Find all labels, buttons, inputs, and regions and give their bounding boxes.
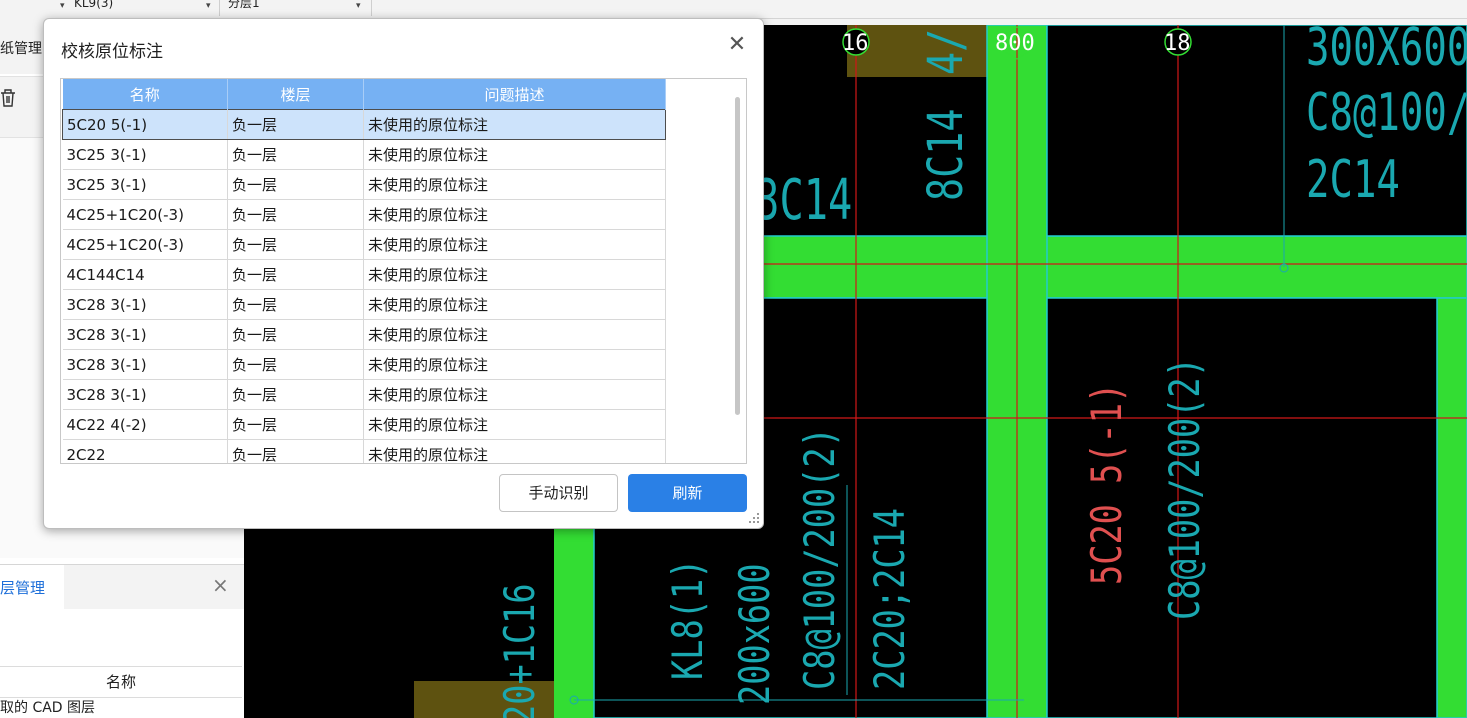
cell-issue: 未使用的原位标注 — [363, 259, 666, 290]
annotation-grid: 名称 楼层 问题描述 5C20 5(-1) 负一层 未使用的原位标注 3C25 3(-… — [60, 78, 747, 464]
cell-name: 2C22 — [62, 439, 228, 463]
layer-panel-header: 层管理 × — [0, 564, 244, 610]
annotation-text: C8@100/200(2) — [1160, 357, 1209, 620]
cell-floor: 负一层 — [227, 379, 364, 410]
cell-issue: 未使用的原位标注 — [363, 169, 666, 200]
cell-name: 3C28 3(-1) — [62, 379, 228, 410]
annotation-text: KL8(1) — [663, 559, 712, 680]
table-row[interactable]: 3C28 3(-1) 负一层 未使用的原位标注 — [62, 349, 666, 380]
cell-floor: 负一层 — [227, 139, 364, 170]
table-header-row: 名称 楼层 问题描述 — [62, 79, 666, 110]
trash-icon[interactable] — [0, 88, 18, 108]
chevron-down-icon: ▾ — [60, 1, 65, 11]
cell-issue: 未使用的原位标注 — [363, 409, 666, 440]
close-icon[interactable]: × — [212, 573, 229, 597]
annotation-text: 200x600 — [730, 563, 779, 705]
cell-issue: 未使用的原位标注 — [363, 229, 666, 260]
cell-floor: 负一层 — [227, 229, 364, 260]
close-icon[interactable]: ✕ — [724, 32, 750, 58]
table-row[interactable]: 3C28 3(-1) 负一层 未使用的原位标注 — [62, 289, 666, 320]
cell-issue: 未使用的原位标注 — [363, 289, 666, 320]
axis-label: 18 — [1164, 31, 1191, 56]
cell-issue: 未使用的原位标注 — [363, 319, 666, 350]
cell-issue: 未使用的原位标注 — [363, 109, 666, 140]
cell-name: 3C28 3(-1) — [62, 349, 228, 380]
table-row[interactable]: 3C28 3(-1) 负一层 未使用的原位标注 — [62, 379, 666, 410]
table-row[interactable]: 3C25 3(-1) 负一层 未使用的原位标注 — [62, 139, 666, 170]
manual-recognize-button[interactable]: 手动识别 — [499, 474, 618, 512]
annotation-text: 2C20;2C14 — [865, 508, 914, 690]
cell-name: 3C25 3(-1) — [62, 169, 228, 200]
layer-grid: 名称 取的 CAD 图层 — [0, 666, 244, 718]
annotation-text: C8@100/200(2) — [795, 427, 844, 690]
cell-issue: 未使用的原位标注 — [363, 379, 666, 410]
cell-name: 4C22 4(-2) — [62, 409, 228, 440]
tab-layer-manager-label: 层管理 — [0, 579, 46, 597]
vertical-scrollbar[interactable] — [735, 97, 740, 415]
resize-grip-icon[interactable] — [748, 512, 760, 524]
table-row[interactable]: 3C28 3(-1) 负一层 未使用的原位标注 — [62, 319, 666, 350]
refresh-button[interactable]: 刷新 — [628, 474, 747, 512]
cell-issue: 未使用的原位标注 — [363, 199, 666, 230]
cell-name: 4C25+1C20(-3) — [62, 199, 228, 230]
table-row[interactable]: 4C144C14 负一层 未使用的原位标注 — [62, 259, 666, 290]
table-row[interactable]: 5C20 5(-1) 负一层 未使用的原位标注 — [62, 109, 666, 140]
annotation-text: C8@100/ — [1306, 81, 1467, 142]
cell-floor: 负一层 — [227, 319, 364, 350]
table-body: 5C20 5(-1) 负一层 未使用的原位标注 3C25 3(-1) 负一层 未使用的原位… — [62, 109, 666, 463]
cell-floor: 负一层 — [227, 169, 364, 200]
table-row[interactable]: 4C22 4(-2) 负一层 未使用的原位标注 — [62, 409, 666, 440]
cell-name: 3C28 3(-1) — [62, 289, 228, 320]
layer-combo[interactable]: ▾ 分层1 ▾ — [206, 0, 366, 16]
dialog-title: 校核原位标注 — [61, 42, 163, 62]
layer-combo-value: 分层1 — [228, 0, 260, 10]
column-header-floor[interactable]: 楼层 — [227, 79, 364, 110]
toolbar-separator — [371, 0, 372, 16]
annotation-text-red: 5C20 5(-1) — [1082, 383, 1131, 585]
tab-drawing-manager[interactable]: 纸管理 — [0, 38, 42, 58]
axis-label: 800 — [995, 31, 1035, 56]
annotation-text: 3C14 — [755, 167, 852, 232]
annotation-text: 2C14 — [1306, 148, 1400, 209]
table-row[interactable]: 2C22 负一层 未使用的原位标注 — [62, 439, 666, 463]
chevron-down-icon: ▾ — [206, 1, 211, 11]
cell-name: 4C144C14 — [62, 259, 228, 290]
column-header-name[interactable]: 名称 — [62, 79, 228, 110]
cell-floor: 负一层 — [227, 439, 364, 463]
axis-label: 16 — [842, 31, 869, 56]
cell-floor: 负一层 — [227, 349, 364, 380]
cell-floor: 负一层 — [227, 259, 364, 290]
cell-floor: 负一层 — [227, 199, 364, 230]
cell-name: 4C25+1C20(-3) — [62, 229, 228, 260]
table-row[interactable]: 3C25 3(-1) 负一层 未使用的原位标注 — [62, 169, 666, 200]
cell-floor: 负一层 — [227, 409, 364, 440]
component-combo-value: KL9(3) — [74, 0, 114, 10]
cell-issue: 未使用的原位标注 — [363, 439, 666, 463]
tab-layer-manager[interactable]: 层管理 — [0, 565, 64, 610]
cell-name: 5C20 5(-1) — [62, 109, 228, 140]
cell-issue: 未使用的原位标注 — [363, 139, 666, 170]
cell-name: 3C28 3(-1) — [62, 319, 228, 350]
annotation-text: 20+1C16 — [495, 583, 544, 718]
cell-floor: 负一层 — [227, 109, 364, 140]
annotation-table: 名称 楼层 问题描述 5C20 5(-1) 负一层 未使用的原位标注 3C25 3(-… — [62, 79, 666, 463]
beam-vertical — [1436, 297, 1467, 718]
annotation-text: 8C14 — [919, 109, 974, 201]
cell-floor: 负一层 — [227, 289, 364, 320]
layer-grid-header: 名称 — [0, 666, 242, 698]
table-row[interactable]: 4C25+1C20(-3) 负一层 未使用的原位标注 — [62, 229, 666, 260]
chevron-down-icon: ▾ — [356, 1, 361, 11]
annotation-text: 300X600 — [1306, 25, 1467, 77]
cell-name: 3C25 3(-1) — [62, 139, 228, 170]
table-row[interactable]: 4C25+1C20(-3) 负一层 未使用的原位标注 — [62, 199, 666, 230]
column-header-issue[interactable]: 问题描述 — [363, 79, 666, 110]
cell-issue: 未使用的原位标注 — [363, 349, 666, 380]
top-toolbar: ▾ KL9(3) ▾ 分层1 ▾ — [0, 0, 1467, 19]
component-combo[interactable]: ▾ KL9(3) — [60, 0, 210, 16]
layer-grid-row[interactable]: 取的 CAD 图层 — [0, 697, 95, 717]
annotation-text: 4/ — [919, 29, 974, 75]
check-annotation-dialog: 校核原位标注 ✕ 名称 楼层 问题描述 5C20 5(-1) 负一层 未使用的原位标… — [43, 18, 764, 529]
